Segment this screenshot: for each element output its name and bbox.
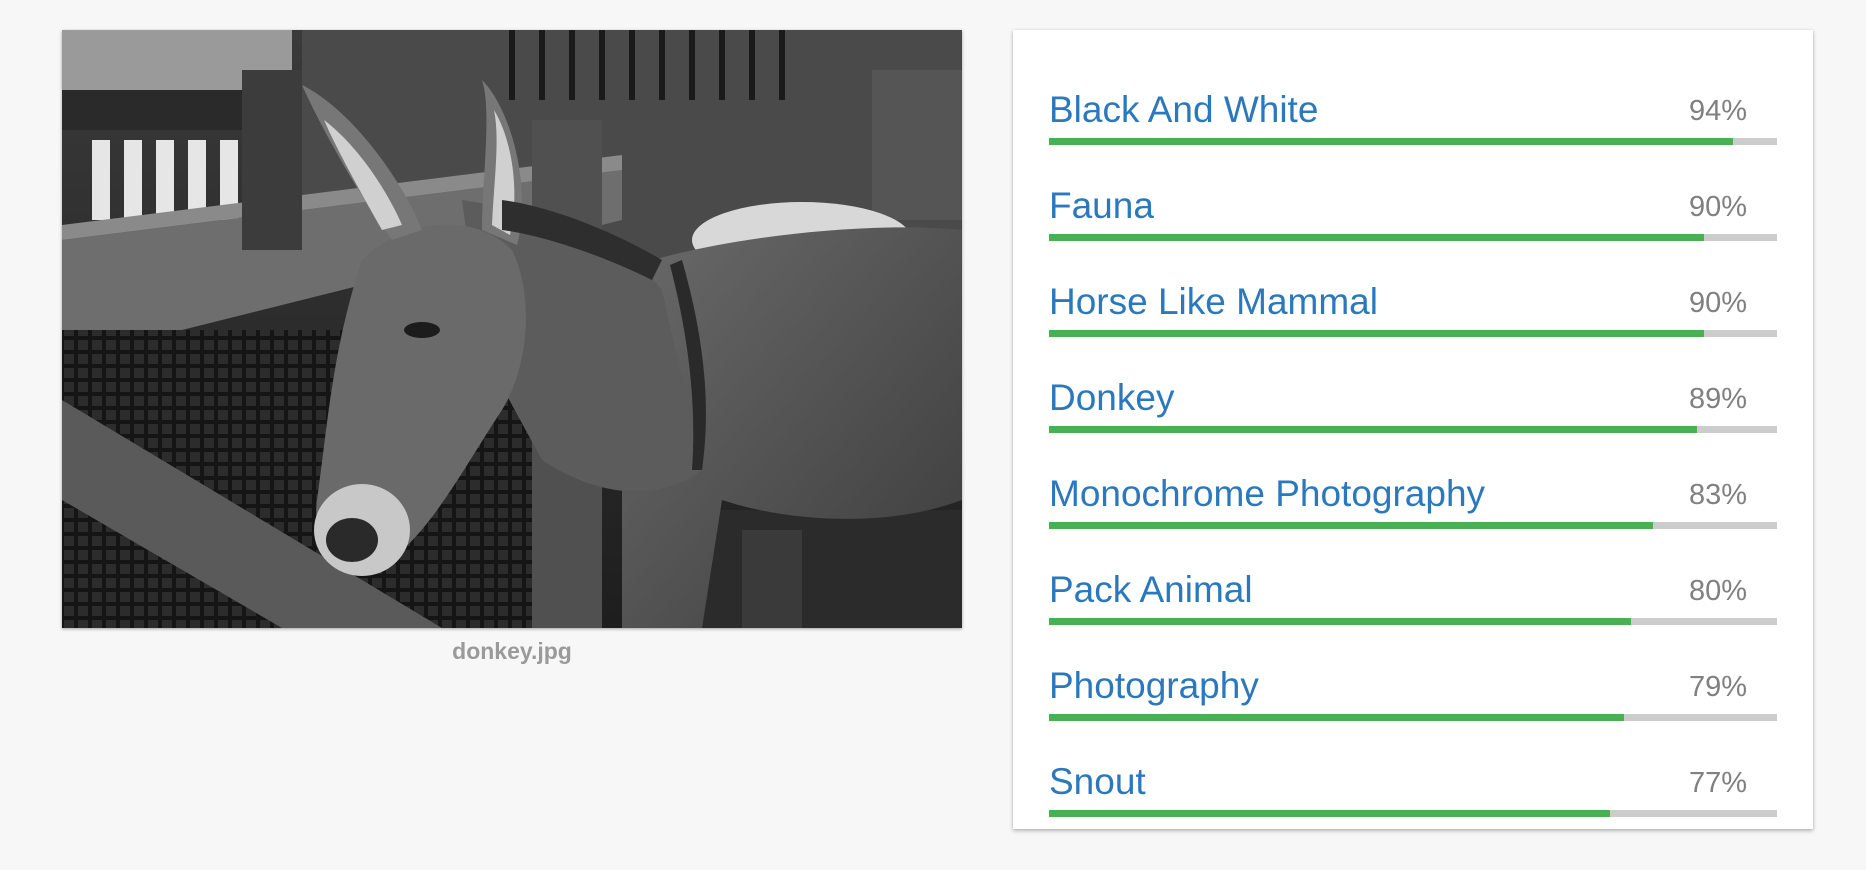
score-bar-fill: [1049, 714, 1625, 721]
score-bar-fill: [1049, 618, 1632, 625]
labels-card: Black And White 94% Fauna 90% Horse Like Mam…: [1013, 30, 1813, 829]
score-bar-fill: [1049, 426, 1697, 433]
label-row: Photography 79%: [1049, 664, 1777, 760]
score-bar-track: [1049, 810, 1777, 817]
label-name: Photography: [1049, 665, 1259, 706]
label-row: Horse Like Mammal 90%: [1049, 280, 1777, 376]
score-bar-fill: [1049, 330, 1705, 337]
donkey-photo: [62, 30, 962, 628]
score-bar-fill: [1049, 138, 1734, 145]
label-name: Pack Animal: [1049, 569, 1253, 610]
label-score: 89%: [1688, 383, 1747, 415]
label-name: Fauna: [1049, 185, 1154, 226]
page: donkey.jpg Black And White 94% Fauna 90% Hor…: [0, 0, 1866, 870]
label-score: 79%: [1688, 671, 1747, 703]
image-pane: donkey.jpg: [62, 30, 962, 665]
label-score: 83%: [1688, 479, 1747, 511]
label-score: 90%: [1688, 287, 1747, 319]
label-score: 80%: [1688, 575, 1747, 607]
label-row: Monochrome Photography 83%: [1049, 472, 1777, 568]
label-score: 77%: [1688, 767, 1747, 799]
image-filename: donkey.jpg: [452, 638, 572, 664]
score-bar-track: [1049, 426, 1777, 433]
label-name: Monochrome Photography: [1049, 473, 1486, 514]
label-name: Snout: [1049, 761, 1146, 802]
label-name: Horse Like Mammal: [1049, 281, 1378, 322]
label-row: Donkey 89%: [1049, 376, 1777, 472]
label-row: Black And White 94%: [1049, 88, 1777, 184]
score-bar-track: [1049, 330, 1777, 337]
label-score: 90%: [1688, 191, 1747, 223]
score-bar-track: [1049, 522, 1777, 529]
label-score: 94%: [1688, 95, 1747, 127]
score-bar-track: [1049, 618, 1777, 625]
label-name: Donkey: [1049, 377, 1175, 418]
score-bar-fill: [1049, 234, 1705, 241]
label-row: Fauna 90%: [1049, 184, 1777, 280]
label-row: Snout 77%: [1049, 760, 1777, 856]
score-bar-fill: [1049, 522, 1654, 529]
score-bar-track: [1049, 714, 1777, 721]
score-bar-track: [1049, 138, 1777, 145]
score-bar-track: [1049, 234, 1777, 241]
score-bar-fill: [1049, 810, 1610, 817]
label-name: Black And White: [1049, 89, 1319, 130]
label-row: Pack Animal 80%: [1049, 568, 1777, 664]
